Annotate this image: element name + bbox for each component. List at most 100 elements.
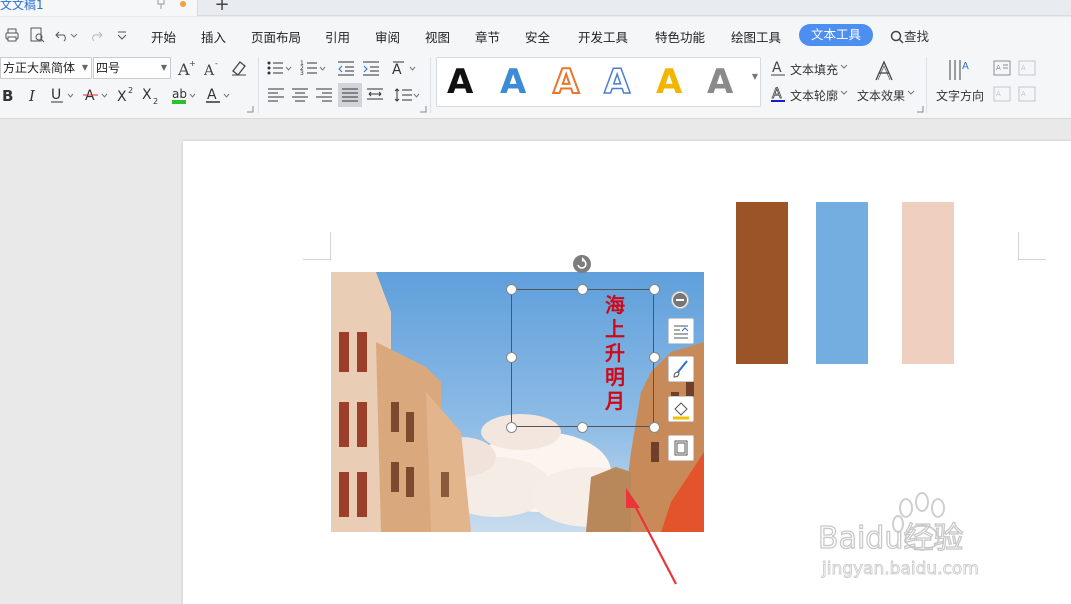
rotate-handle[interactable] (573, 255, 591, 273)
text-wrap-button[interactable] (668, 318, 694, 344)
highlight-icon[interactable]: ab (170, 85, 198, 105)
resize-handle-bottom[interactable] (577, 422, 588, 433)
text-char: 海 (605, 293, 625, 317)
text-direction-label[interactable]: 文字方向 (936, 87, 984, 104)
menu-text-tools[interactable]: 文本工具 (799, 24, 873, 46)
redo-icon[interactable] (88, 27, 104, 43)
menu-developer[interactable]: 开发工具 (578, 27, 628, 46)
text-outline-label[interactable]: 文本轮廓 (790, 87, 838, 104)
selected-text-box[interactable] (511, 289, 654, 427)
undo-icon[interactable] (54, 27, 70, 43)
menu-home[interactable]: 开始 (151, 27, 176, 46)
text-outline-icon[interactable]: A (770, 85, 786, 103)
svg-text:B: B (2, 87, 13, 105)
textbox-prev-icon[interactable]: A (993, 85, 1011, 103)
text-style-blue[interactable]: A (500, 60, 526, 104)
align-left-icon[interactable] (266, 85, 286, 105)
decrease-indent-icon[interactable] (336, 58, 356, 78)
text-style-gray[interactable]: A (707, 60, 733, 104)
strikethrough-icon[interactable]: A (82, 85, 110, 105)
fill-button[interactable] (668, 396, 694, 422)
menu-insert[interactable]: 插入 (201, 27, 226, 46)
print-icon[interactable] (4, 27, 20, 43)
paragraph-dialog-launcher-icon[interactable] (419, 105, 427, 113)
resize-handle-top-right[interactable] (649, 284, 660, 295)
text-fill-icon[interactable]: A (770, 59, 786, 77)
font-size-value: 四号 (96, 61, 121, 75)
textbox-link-icon[interactable]: A (993, 59, 1011, 77)
resize-handle-left[interactable] (506, 352, 517, 363)
textbox-next-icon[interactable]: A (1018, 85, 1036, 103)
superscript-icon[interactable]: X2 (116, 85, 136, 105)
text-style-blue-outline[interactable]: A (603, 60, 631, 104)
shape-style-button[interactable] (668, 356, 694, 382)
bold-icon[interactable]: B (0, 85, 20, 105)
text-style-orange-outline[interactable]: A (552, 60, 580, 104)
shrink-font-icon[interactable]: A- (203, 58, 223, 78)
undo-dropdown-icon[interactable] (70, 27, 78, 43)
text-effect-label[interactable]: 文本效果 (857, 87, 905, 104)
menu-review[interactable]: 审阅 (375, 27, 400, 46)
menu-page-layout[interactable]: 页面布局 (251, 27, 301, 46)
font-dialog-launcher-icon[interactable] (246, 105, 254, 113)
find-button[interactable]: 查找 (890, 26, 929, 45)
text-fill-label[interactable]: 文本填充 (790, 61, 838, 78)
distribute-icon[interactable] (365, 85, 385, 105)
pin-icon[interactable] (156, 0, 166, 10)
document-tab[interactable]: 文文稿1 (0, 0, 198, 16)
collapse-button[interactable] (671, 291, 689, 309)
svg-text:A: A (1021, 64, 1026, 72)
text-style-black[interactable]: A (447, 60, 473, 104)
text-style-gold[interactable]: A (656, 60, 682, 104)
menu-security[interactable]: 安全 (525, 27, 550, 46)
title-bar: 文文稿1 + (0, 0, 1071, 16)
font-size-select[interactable]: 四号 ▼ (93, 57, 171, 79)
change-case-icon[interactable]: A (390, 58, 418, 78)
font-name-select[interactable]: 方正大黑简体 ▼ (0, 57, 92, 79)
menu-features[interactable]: 特色功能 (655, 27, 705, 46)
vertical-text[interactable]: 海 上 升 明 月 (603, 293, 627, 413)
italic-icon[interactable]: I (24, 85, 44, 105)
text-direction-icon[interactable]: A (946, 57, 972, 83)
justify-icon[interactable] (338, 83, 362, 107)
resize-handle-right[interactable] (649, 352, 660, 363)
bullet-list-icon[interactable] (266, 58, 294, 78)
gallery-more-icon[interactable]: ▼ (752, 72, 758, 81)
align-right-icon[interactable] (314, 85, 334, 105)
chevron-down-icon[interactable] (840, 89, 848, 97)
clear-format-icon[interactable] (229, 58, 249, 78)
chevron-down-icon[interactable] (840, 63, 848, 71)
new-tab-button[interactable]: + (212, 0, 232, 15)
line-spacing-icon[interactable] (394, 85, 422, 105)
menu-view[interactable]: 视图 (425, 27, 450, 46)
subscript-icon[interactable]: X2 (141, 85, 161, 105)
menu-drawing-tools[interactable]: 绘图工具 (731, 27, 781, 46)
menu-references[interactable]: 引用 (325, 27, 350, 46)
underline-icon[interactable]: U (48, 85, 76, 105)
svg-text:A: A (1021, 90, 1026, 98)
color-swatch-blue[interactable] (816, 202, 868, 364)
resize-handle-top[interactable] (577, 284, 588, 295)
resize-handle-bottom-right[interactable] (649, 422, 660, 433)
text-effect-dialog-launcher-icon[interactable] (916, 105, 924, 113)
color-swatch-pink[interactable] (902, 202, 954, 364)
outline-button[interactable] (668, 435, 694, 461)
svg-text:A: A (85, 88, 95, 104)
font-name-value: 方正大黑简体 (3, 61, 76, 75)
increase-indent-icon[interactable] (361, 58, 381, 78)
resize-handle-top-left[interactable] (506, 284, 517, 295)
chevron-down-icon[interactable] (907, 89, 915, 97)
resize-handle-bottom-left[interactable] (506, 422, 517, 433)
color-swatch-brown[interactable] (736, 202, 788, 364)
align-center-icon[interactable] (290, 85, 310, 105)
svg-text:A: A (772, 86, 782, 102)
text-effect-icon[interactable] (872, 59, 896, 83)
print-preview-icon[interactable] (29, 27, 45, 43)
textbox-break-icon[interactable]: A (1018, 59, 1036, 77)
numbered-list-icon[interactable]: 123 (300, 58, 328, 78)
menu-section[interactable]: 章节 (475, 27, 500, 46)
customize-toolbar-icon[interactable] (114, 27, 130, 43)
font-color-icon[interactable]: A (204, 85, 232, 105)
svg-text:I: I (28, 87, 36, 105)
grow-font-icon[interactable]: A + (177, 58, 197, 78)
